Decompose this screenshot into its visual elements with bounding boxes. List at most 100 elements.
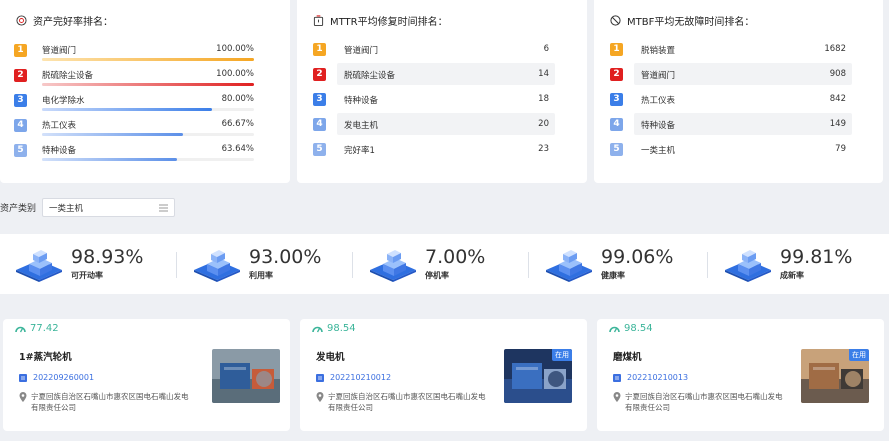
kpi-label: 成新率 bbox=[780, 270, 804, 280]
code-icon bbox=[316, 373, 324, 382]
asset-category-select[interactable]: 一类主机 bbox=[42, 198, 176, 217]
server-platform-icon bbox=[194, 250, 240, 282]
kpi-text: 99.06% 健康率 bbox=[601, 245, 674, 281]
asset-photo: 在用 bbox=[801, 349, 869, 403]
rank-value: 908 bbox=[829, 69, 846, 79]
rank-value: 20 bbox=[538, 119, 549, 129]
asset-code[interactable]: 202210210012 bbox=[316, 373, 391, 382]
kpi-value: 99.81% bbox=[780, 245, 853, 268]
asset-card[interactable]: 77.42 1#蒸汽轮机 202209260001 宁夏回族自治区石嘴山市惠农区国电石… bbox=[3, 319, 290, 431]
rank-row: 1 脱销装置 1682 bbox=[610, 38, 852, 60]
no-fault-icon bbox=[610, 15, 621, 26]
code-icon bbox=[613, 373, 621, 382]
location-pin-icon bbox=[613, 392, 621, 402]
rank-badge: 1 bbox=[313, 42, 326, 56]
location-pin-icon bbox=[316, 392, 324, 402]
asset-code[interactable]: 202210210013 bbox=[613, 373, 688, 382]
rank-badge: 3 bbox=[313, 92, 326, 106]
rank-badge: 4 bbox=[313, 117, 326, 131]
kpi-value: 99.06% bbox=[601, 245, 674, 268]
kpi-value: 93.00% bbox=[249, 245, 322, 268]
gauge-icon bbox=[312, 326, 323, 332]
code-icon bbox=[19, 373, 27, 382]
rank-value: 66.67% bbox=[221, 119, 254, 129]
health-score-value: 98.54 bbox=[624, 323, 653, 334]
rank-badge: 3 bbox=[610, 92, 623, 106]
rank-row: 1 管道阀门 6 bbox=[313, 38, 555, 60]
asset-code[interactable]: 202209260001 bbox=[19, 373, 94, 382]
health-score-value: 98.54 bbox=[327, 323, 356, 334]
rank-value: 100.00% bbox=[216, 69, 254, 79]
asset-name: 1#蒸汽轮机 bbox=[19, 352, 72, 363]
kpi-item: 98.93% 可开动率 bbox=[14, 234, 143, 294]
rank-row: 1 管道阀门 100.00% bbox=[14, 41, 254, 63]
kpi-item: 99.06% 健康率 bbox=[544, 234, 673, 294]
rank-name: 管道阀门 bbox=[641, 71, 676, 81]
kpi-label: 可开动率 bbox=[71, 270, 103, 280]
kpi-item: 99.81% 成新率 bbox=[723, 234, 852, 294]
asset-name: 发电机 bbox=[316, 352, 345, 363]
kpi-item: 93.00% 利用率 bbox=[192, 234, 321, 294]
asset-category-filter: 资产类别 一类主机 bbox=[0, 198, 176, 217]
rank-badge: 5 bbox=[313, 142, 326, 156]
asset-category-label: 资产类别 bbox=[0, 204, 37, 214]
rank-value: 842 bbox=[829, 94, 846, 104]
rank-value: 100.00% bbox=[216, 44, 254, 54]
asset-name: 磨煤机 bbox=[613, 352, 642, 363]
rank-row: 4 热工仪表 66.67% bbox=[14, 116, 254, 138]
rank-name: 一类主机 bbox=[641, 146, 676, 156]
rank-badge: 2 bbox=[313, 67, 326, 81]
rank-badge: 4 bbox=[610, 117, 623, 131]
rank-value: 14 bbox=[538, 69, 549, 79]
kpi-label: 停机率 bbox=[425, 270, 449, 280]
rank-row: 3 特种设备 18 bbox=[313, 88, 555, 110]
progress-track bbox=[42, 83, 254, 86]
asset-address-text: 宁夏回族自治区石嘴山市惠农区国电石嘴山发电有限责任公司 bbox=[625, 392, 783, 412]
asset-address: 宁夏回族自治区石嘴山市惠农区国电石嘴山发电有限责任公司 bbox=[19, 391, 189, 413]
rank-row: 4 特种设备 149 bbox=[610, 113, 852, 135]
rank-value: 63.64% bbox=[221, 144, 254, 154]
progress-fill bbox=[42, 83, 254, 86]
kpi-text: 7.00% 停机率 bbox=[425, 245, 486, 281]
asset-code-value: 202210210013 bbox=[627, 373, 689, 382]
kpi-text: 93.00% 利用率 bbox=[249, 245, 322, 281]
rank-row: 3 电化学除水 80.00% bbox=[14, 91, 254, 113]
kpi-item: 7.00% 停机率 bbox=[368, 234, 485, 294]
asset-card[interactable]: 98.54 发电机 202210210012 宁夏回族自治区石嘴山市惠农区国电石嘴山发… bbox=[300, 319, 587, 431]
kpi-value: 98.93% bbox=[71, 245, 144, 268]
server-platform-icon bbox=[725, 250, 771, 282]
rank-value: 149 bbox=[829, 119, 846, 129]
health-score: 77.42 bbox=[15, 323, 59, 334]
rank-value: 18 bbox=[538, 94, 549, 104]
kpi-divider bbox=[176, 252, 177, 278]
status-badge: 在用 bbox=[849, 349, 869, 361]
rank-value: 6 bbox=[543, 44, 549, 54]
asset-card[interactable]: 98.54 磨煤机 202210210013 宁夏回族自治区石嘴山市惠农区国电石嘴山发… bbox=[597, 319, 884, 431]
asset-address-text: 宁夏回族自治区石嘴山市惠农区国电石嘴山发电有限责任公司 bbox=[31, 392, 189, 412]
status-badge: 在用 bbox=[552, 349, 572, 361]
mttr-rank-panel: MTTR平均修复时间排名： 1 管道阀门 6 2 脱硫除尘设备 14 3 特种设备 18 4 发电主… bbox=[297, 0, 587, 183]
mtbf-rank-title: MTBF平均无故障时间排名： bbox=[610, 13, 754, 28]
asset-category-value: 一类主机 bbox=[49, 203, 84, 214]
gauge-icon bbox=[609, 326, 620, 332]
rank-name: 脱硫除尘设备 bbox=[42, 71, 94, 81]
asset-code-value: 202210210012 bbox=[330, 373, 392, 382]
rank-name: 特种设备 bbox=[344, 96, 379, 106]
rank-row: 2 脱硫除尘设备 14 bbox=[313, 63, 555, 85]
health-score: 98.54 bbox=[312, 323, 356, 334]
progress-fill bbox=[42, 108, 212, 111]
rank-badge: 1 bbox=[14, 43, 27, 57]
rank-value: 80.00% bbox=[221, 94, 254, 104]
health-score-value: 77.42 bbox=[30, 323, 59, 334]
kpi-value: 7.00% bbox=[425, 245, 486, 268]
rank-row: 5 特种设备 63.64% bbox=[14, 141, 254, 163]
rank-badge: 1 bbox=[610, 42, 623, 56]
progress-track bbox=[42, 133, 254, 136]
location-pin-icon bbox=[19, 392, 27, 402]
rank-row: 5 完好率1 23 bbox=[313, 138, 555, 160]
asset-photo: 在用 bbox=[504, 349, 572, 403]
health-rank-title: 资产完好率排名： bbox=[16, 13, 113, 28]
progress-track bbox=[42, 108, 254, 111]
asset-photo bbox=[212, 349, 280, 403]
health-rank-panel: 资产完好率排名： 1 管道阀门 100.00% 2 脱硫除尘设备 100.00% 3 电化学除… bbox=[0, 0, 290, 183]
